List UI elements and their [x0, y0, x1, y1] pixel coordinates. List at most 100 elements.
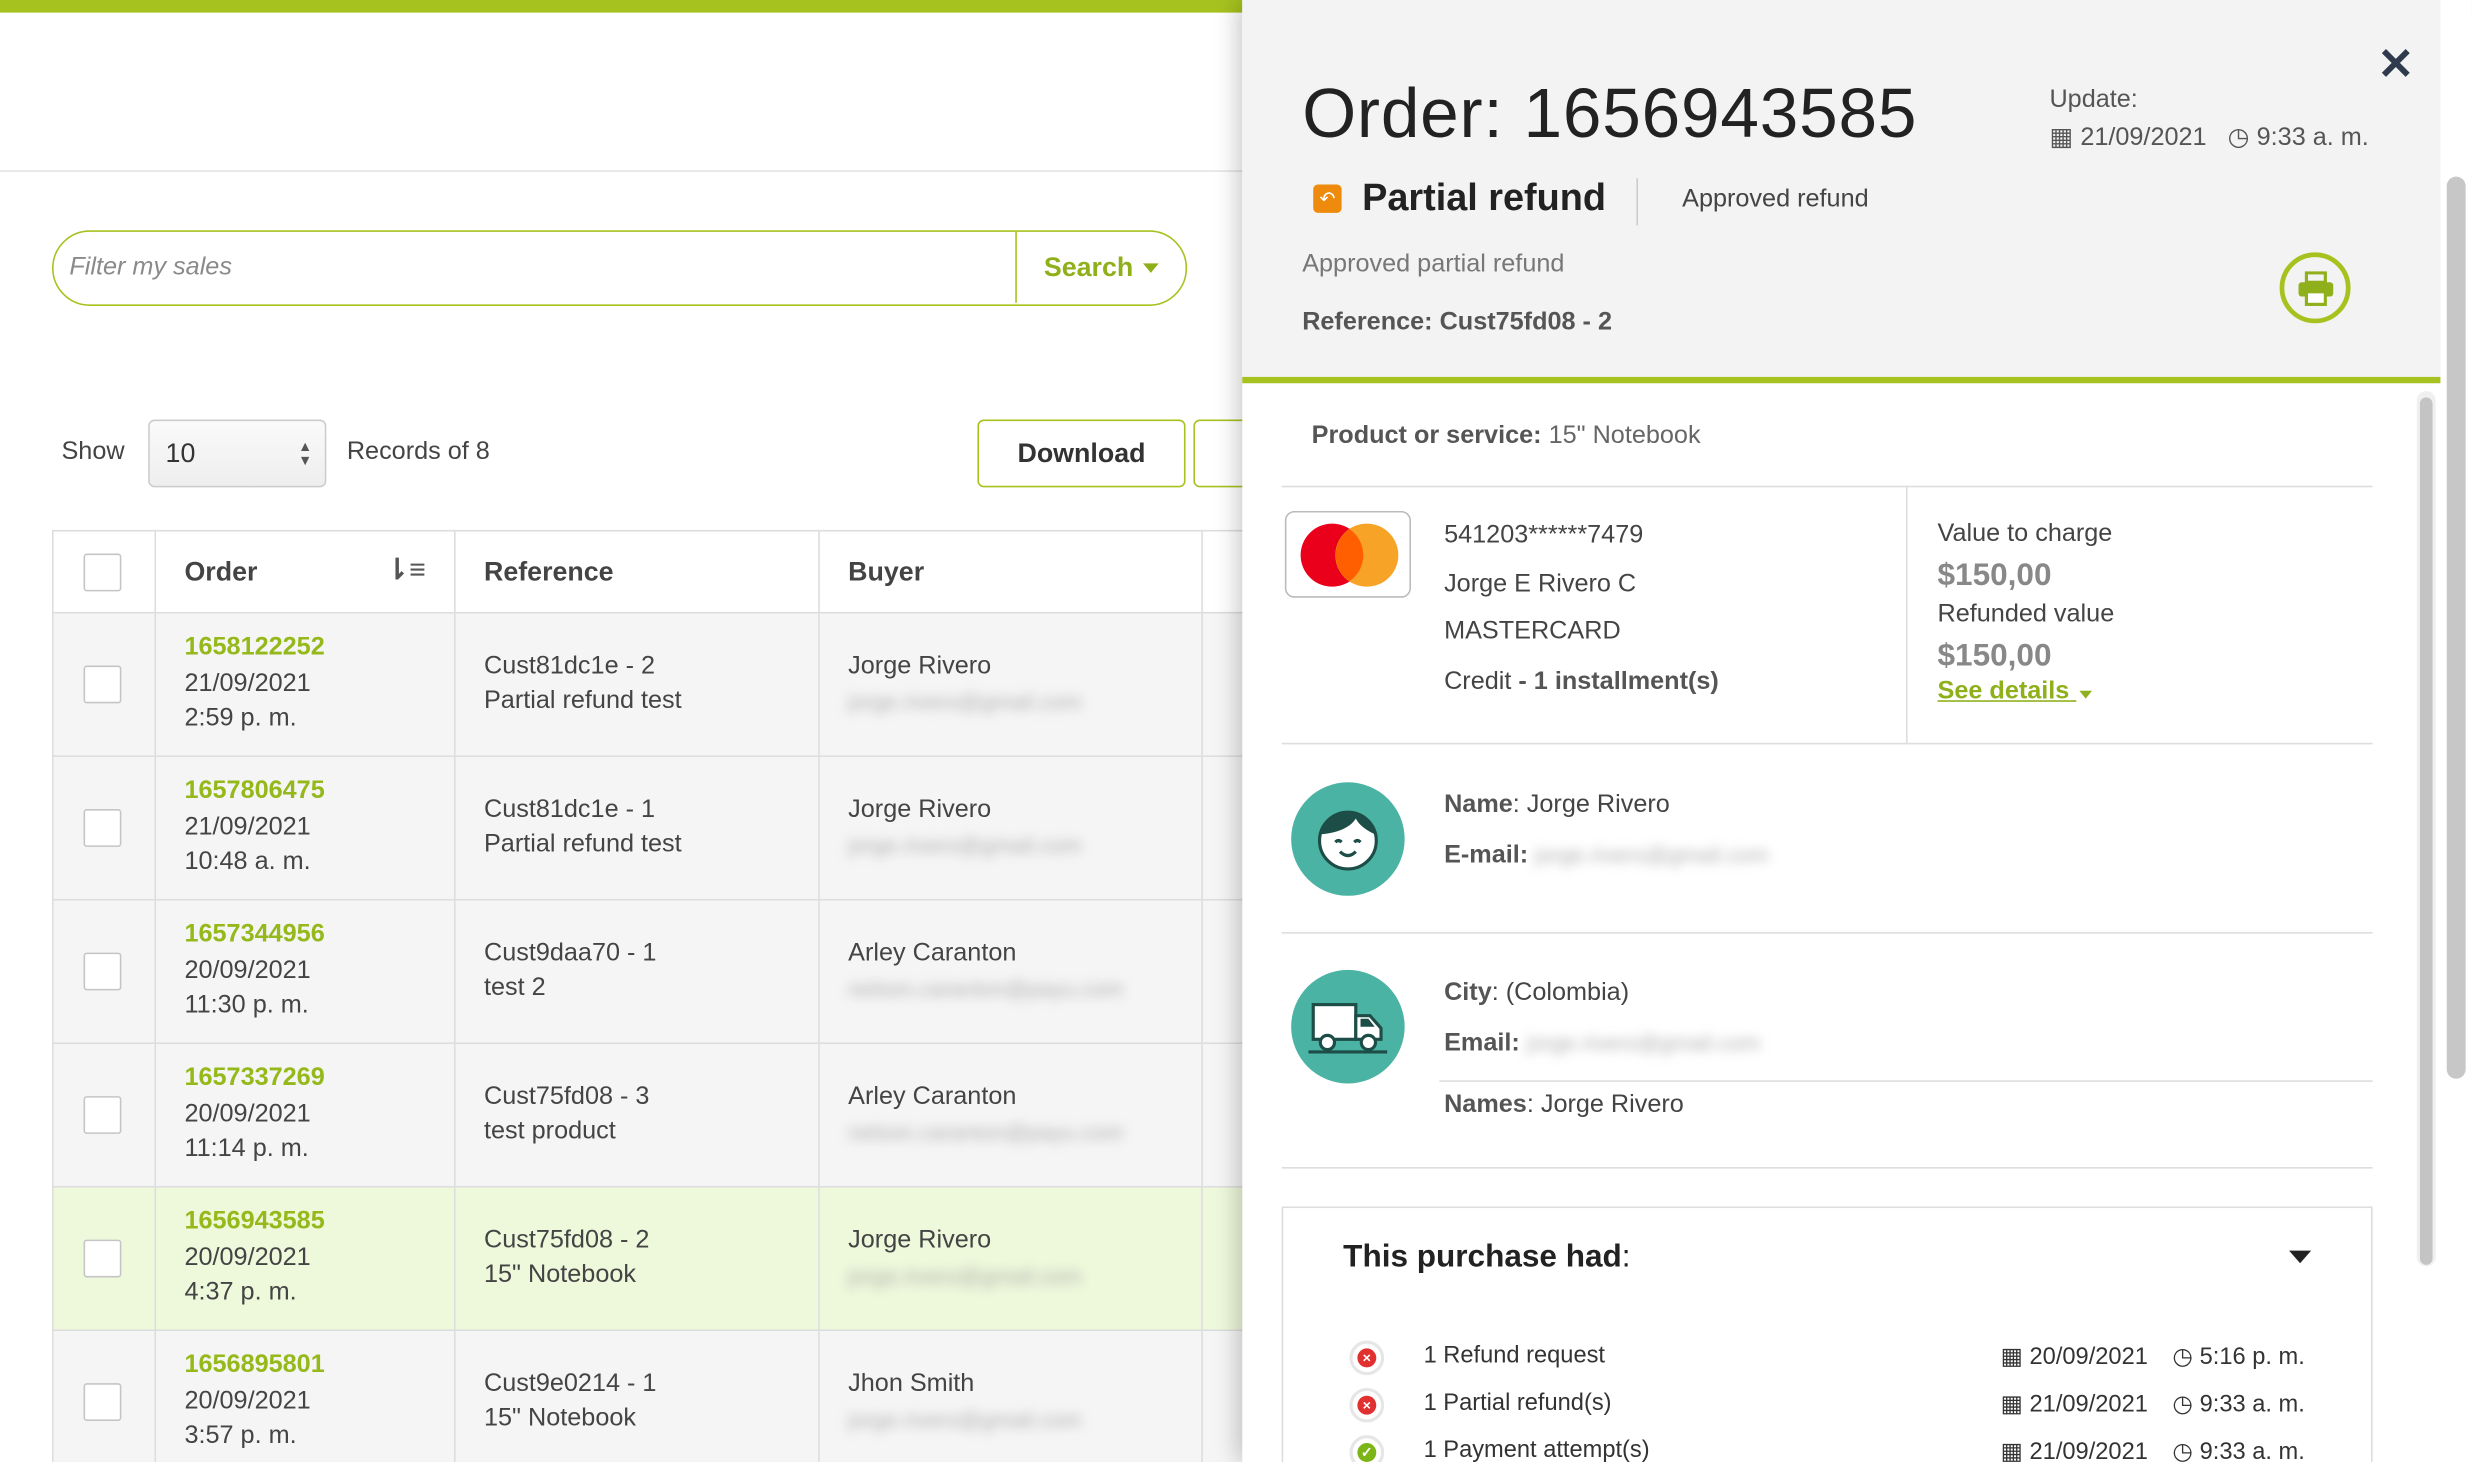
search-bar: Search: [52, 230, 1188, 306]
order-number-link[interactable]: 1657344956: [184, 918, 425, 953]
clock-icon: ◷: [2227, 124, 2250, 152]
reference-code: Cust9e0214 - 1: [483, 1369, 657, 1397]
table-row[interactable]: 1656943585 20/09/2021 4:37 p. m. Cust75fd08…: [52, 1185, 1315, 1332]
column-order-label: Order: [184, 555, 258, 586]
sort-icon[interactable]: ⇂≡: [385, 554, 425, 587]
order-number-link[interactable]: 1658122252: [184, 631, 425, 666]
order-date: 20/09/2021: [184, 1243, 311, 1271]
column-buyer: Buyer: [818, 529, 1203, 614]
order-date: 20/09/2021: [184, 1100, 311, 1128]
table-row[interactable]: 1657806475 21/09/2021 10:48 a. m. Cust81dc1…: [52, 755, 1315, 901]
buyer-email: jorge.rivero@gmail.com: [848, 1406, 1082, 1433]
buyer-avatar-icon: [1291, 782, 1405, 896]
check-circle-icon: ✓: [1349, 1435, 1385, 1462]
search-button-label: Search: [1043, 251, 1134, 282]
search-button[interactable]: Search: [1015, 231, 1185, 303]
table-row[interactable]: 1658122252 21/09/2021 2:59 p. m. Cust81dc1e…: [52, 611, 1315, 758]
reference-cell: Cust75fd08 - 2 15" Notebook: [454, 1185, 820, 1332]
see-details-label: See details: [1937, 678, 2070, 705]
product-label: Product or service:: [1311, 422, 1542, 450]
order-time: 4:37 p. m.: [184, 1279, 297, 1307]
reference-cell: Cust81dc1e - 1 Partial refund test: [454, 755, 820, 901]
search-input[interactable]: [69, 231, 1016, 303]
order-time: 3:57 p. m.: [184, 1422, 297, 1450]
buyer-name-label: Name: [1444, 791, 1513, 819]
reference-code: Cust75fd08 - 3: [483, 1082, 650, 1110]
order-number-link[interactable]: 1656943585: [184, 1205, 425, 1240]
select-all-cell: [52, 529, 157, 614]
buyer-name: Jorge Rivero: [848, 652, 992, 679]
row-select-cell: [52, 898, 157, 1045]
ship-city-row: City: (Colombia): [1444, 979, 1629, 1007]
order-number-link[interactable]: 1657337269: [184, 1062, 425, 1097]
row-checkbox[interactable]: [83, 1096, 122, 1134]
buyer-cell: Jorge Rivero jorge.rivero@gmail.com: [818, 611, 1203, 758]
buyer-name: Jhon Smith: [848, 1369, 975, 1397]
buyer-cell: Arley Caranton nelson.caranton@payu.com: [818, 898, 1203, 1045]
row-checkbox[interactable]: [83, 665, 122, 704]
clock-icon: ◷: [2172, 1343, 2194, 1371]
column-reference: Reference: [454, 529, 820, 614]
reference-description: 15" Notebook: [483, 1261, 636, 1289]
reference-description: Partial refund test: [483, 831, 682, 858]
history-event-time: ◷ 9:33 a. m.: [2172, 1437, 2304, 1462]
print-icon[interactable]: [2279, 252, 2351, 324]
card-brand: MASTERCARD: [1444, 618, 1621, 646]
divider: [1281, 1167, 2373, 1169]
download-button[interactable]: Download: [977, 419, 1186, 488]
table-row[interactable]: 1657344956 20/09/2021 11:30 p. m. Cust9daa7…: [52, 898, 1315, 1045]
chevron-down-icon: [1142, 262, 1159, 273]
table-row[interactable]: 1656895801 20/09/2021 3:57 p. m. Cust9e0214…: [52, 1329, 1315, 1462]
row-select-cell: [52, 1042, 157, 1188]
buyer-cell: Jhon Smith jorge.rivero@gmail.com: [818, 1329, 1203, 1462]
order-number-link[interactable]: 1657806475: [184, 775, 425, 810]
value-amount: $150,00: [1937, 558, 2052, 593]
reference-description: test 2: [483, 974, 546, 1002]
history-event-label: 1 Payment attempt(s): [1423, 1436, 1650, 1462]
select-all-checkbox[interactable]: [83, 552, 122, 591]
panel-scrollbar-thumb[interactable]: [2419, 397, 2433, 1265]
update-info: Update: ▦ 21/09/2021 ◷ 9:33 a. m.: [2049, 82, 2368, 158]
records-count: Records of 8: [346, 438, 490, 466]
row-select-cell: [52, 1329, 157, 1462]
order-time: 11:14 p. m.: [184, 1135, 309, 1163]
product-value: 15" Notebook: [1548, 422, 1701, 450]
update-date: 21/09/2021: [2080, 124, 2207, 152]
order-title: Order: 1656943585: [1302, 75, 1918, 153]
reference-description: test product: [483, 1118, 616, 1145]
row-checkbox[interactable]: [83, 952, 122, 991]
order-date: 20/09/2021: [184, 1387, 311, 1415]
buyer-name: Jorge Rivero: [848, 1226, 992, 1254]
buyer-email-label: E-mail:: [1444, 842, 1529, 869]
download-label: Download: [1017, 437, 1146, 468]
ship-city-label: City: [1444, 979, 1492, 1007]
history-title: This purchase had:: [1343, 1240, 1630, 1276]
window-scrollbar-thumb[interactable]: [2446, 176, 2466, 1079]
status-divider: [1636, 178, 1638, 226]
buyer-email: jorge.rivero@gmail.com: [1535, 842, 1769, 868]
installments: - 1 installment(s): [1518, 668, 1719, 696]
divider: [1281, 485, 2373, 488]
row-checkbox[interactable]: [83, 1239, 122, 1278]
page-size-value: 10: [165, 438, 196, 469]
see-details-link[interactable]: See details: [1938, 678, 2093, 706]
column-buyer-label: Buyer: [848, 555, 925, 586]
close-icon[interactable]: ✕: [2377, 38, 2414, 90]
row-checkbox[interactable]: [83, 809, 122, 847]
order-cell: 1657337269 20/09/2021 11:14 p. m.: [154, 1042, 456, 1188]
collapse-chevron-icon[interactable]: [2289, 1250, 2312, 1264]
row-checkbox[interactable]: [83, 1383, 122, 1421]
error-circle-icon: ×: [1349, 1387, 1385, 1423]
refunded-label: Refunded value: [1937, 600, 2115, 628]
page-size-select[interactable]: 10 ▲ ▼: [148, 419, 327, 488]
payment-type-label: Credit: [1444, 668, 1512, 696]
order-time: 2:59 p. m.: [184, 705, 297, 733]
table-row[interactable]: 1657337269 20/09/2021 11:14 p. m. Cust75fd0…: [52, 1042, 1315, 1188]
update-time: 9:33 a. m.: [2256, 124, 2369, 152]
order-number-link[interactable]: 1656895801: [184, 1349, 425, 1384]
refund-icon: ↶: [1313, 184, 1342, 213]
reference-code: Cust75fd08 - 2: [483, 1226, 650, 1254]
show-label: Show: [61, 438, 125, 466]
calendar-icon: ▦: [2000, 1391, 2023, 1418]
column-order[interactable]: Order ⇂≡: [154, 529, 456, 614]
